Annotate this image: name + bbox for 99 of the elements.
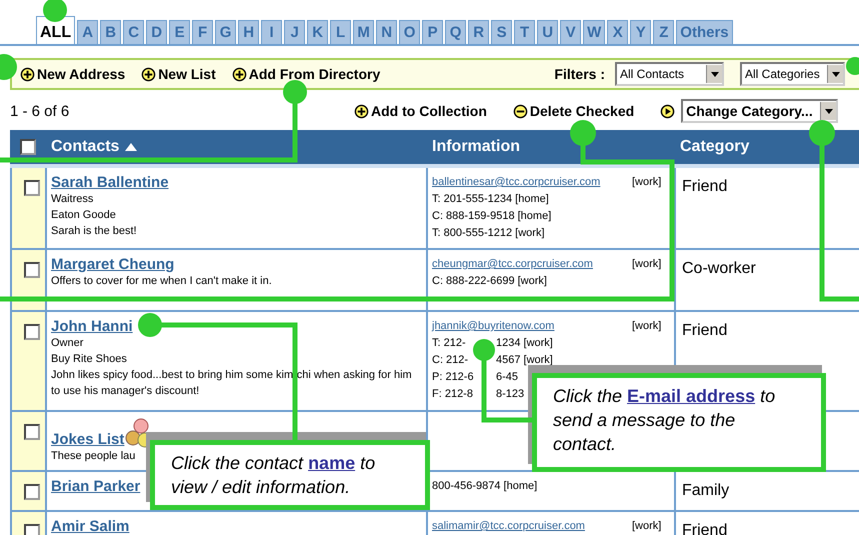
letter-tab[interactable]: N xyxy=(376,20,398,44)
phone-info: T: 800-555-1212 [work] xyxy=(432,227,545,239)
list-action[interactable]: Add to Collection xyxy=(354,103,487,119)
letter-tab[interactable]: Others xyxy=(676,20,733,44)
phone-info: C: 888-159-9518 [home] xyxy=(432,210,552,222)
letter-tab[interactable]: T xyxy=(514,20,536,44)
letter-tab[interactable]: S xyxy=(491,20,512,44)
plus-icon xyxy=(232,66,247,82)
contact-note: Buy Rite Shoes xyxy=(51,352,127,367)
list-action[interactable]: Delete Checked xyxy=(512,103,634,119)
letter-tab[interactable]: A xyxy=(77,20,98,44)
letter-tab[interactable]: P xyxy=(422,20,444,44)
category-text: Co-worker xyxy=(681,259,757,279)
letter-tab[interactable]: Y xyxy=(630,20,652,44)
result-count: 1 - 6 of 6 xyxy=(10,102,70,120)
row-checkbox[interactable] xyxy=(24,484,40,500)
filter-dropdown[interactable]: All Categories xyxy=(740,62,845,86)
play-icon xyxy=(660,104,676,118)
phone-info: C: 212- xyxy=(432,353,468,368)
letter-tab[interactable]: G xyxy=(215,20,236,44)
caret-icon xyxy=(824,108,833,114)
contact-note: Waitress xyxy=(51,192,94,207)
column-header[interactable]: Contacts xyxy=(47,138,428,156)
leader-line xyxy=(846,57,859,75)
letter-tab[interactable]: U xyxy=(537,20,558,44)
toolbar-action[interactable]: Add From Directory xyxy=(232,66,380,82)
select-all-checkbox[interactable] xyxy=(20,139,36,155)
letter-tab[interactable]: R xyxy=(468,20,490,44)
leader-line xyxy=(43,0,67,22)
caret-icon xyxy=(710,72,718,76)
letter-tab[interactable]: F xyxy=(192,20,214,44)
phone-info: C: 888-222-6699 [work] xyxy=(432,275,547,287)
filters-label: Filters : xyxy=(554,66,605,82)
minus-icon xyxy=(512,104,528,118)
letter-tab[interactable]: B xyxy=(100,20,122,44)
phone-info: 1234 [work] xyxy=(496,336,553,351)
tip-text: Click the contact name to view / edit information. xyxy=(171,453,376,497)
letter-tab[interactable]: D xyxy=(146,20,168,44)
phone-info: T: 201-555-1234 [home] xyxy=(432,193,549,205)
letter-tab[interactable]: C xyxy=(123,20,144,44)
caret-icon xyxy=(832,72,840,76)
sort-icon xyxy=(125,143,138,151)
email-type: [work] xyxy=(632,319,662,334)
letter-tab[interactable]: M xyxy=(353,20,374,44)
letter-tab[interactable]: H xyxy=(238,20,260,44)
email-type: [work] xyxy=(632,257,662,272)
phone-info: 8-123 xyxy=(496,387,524,402)
letter-tab[interactable]: V xyxy=(560,20,582,44)
email-link[interactable]: salimamir@tcc.corpcruiser.com xyxy=(432,518,585,535)
email-type: [work] xyxy=(632,519,662,534)
phone-info: 6-45 xyxy=(496,370,518,385)
contact-name-link[interactable]: Brian Parker xyxy=(51,478,140,495)
phone-info: P: 212-6 xyxy=(432,370,474,385)
letter-tab[interactable]: I xyxy=(261,20,282,44)
row-checkbox[interactable] xyxy=(24,324,40,340)
letter-tab[interactable]: X xyxy=(607,20,628,44)
letter-tab[interactable]: K xyxy=(307,20,328,44)
contact-name-link[interactable]: Sarah Ballentine xyxy=(51,174,169,191)
phone-info: T: 212- xyxy=(432,336,466,351)
letter-tab[interactable]: Q xyxy=(445,20,466,44)
plus-icon xyxy=(20,66,35,82)
phone-info: F: 212-8 xyxy=(432,387,473,402)
letter-tab[interactable]: Z xyxy=(653,20,674,44)
category-text: Friend xyxy=(681,177,728,197)
toolbar-action[interactable]: New Address xyxy=(20,66,126,82)
email-link[interactable]: ballentinesar@tcc.corpcruiser.com xyxy=(432,174,600,191)
contact-name-link[interactable]: Amir Salim xyxy=(51,518,130,535)
row-checkbox[interactable] xyxy=(24,180,40,196)
category-text: Friend xyxy=(681,521,728,535)
column-header: Information xyxy=(431,138,521,156)
contact-note: These people lau xyxy=(51,449,136,464)
phone-info: 4567 [work] xyxy=(496,353,553,368)
row-checkbox[interactable] xyxy=(24,424,40,440)
letter-tab[interactable]: W xyxy=(583,20,606,44)
toolbar-action[interactable]: New List xyxy=(141,66,216,82)
category-text: Friend xyxy=(681,321,728,341)
contact-note: Owner xyxy=(51,336,84,351)
letter-tab[interactable]: J xyxy=(284,20,306,44)
letter-tab[interactable]: ALL xyxy=(36,16,76,44)
contact-name-link[interactable]: John Hanni xyxy=(51,318,133,335)
plus-icon xyxy=(354,104,369,118)
tip-text: Click the E-mail address to send a message to the contact. xyxy=(553,386,776,454)
email-type: [work] xyxy=(632,175,662,190)
contact-note: Eaton Goode xyxy=(51,208,116,223)
column-header: Category xyxy=(679,138,750,156)
letter-tab[interactable]: E xyxy=(169,20,190,44)
category-dropdown[interactable]: Change Category... xyxy=(681,99,838,123)
letter-tab[interactable]: L xyxy=(330,20,352,44)
category-text: Family xyxy=(681,481,730,501)
phone-info: 800-456-9874 [home] xyxy=(432,480,538,492)
letter-tab[interactable]: O xyxy=(399,20,420,44)
contact-note: Offers to cover for me when I can't make it in. xyxy=(51,274,272,289)
contact-name-link[interactable]: Margaret Cheung xyxy=(51,256,174,273)
row-checkbox[interactable] xyxy=(24,262,40,278)
email-link[interactable]: cheungmar@tcc.corpcruiser.com xyxy=(432,256,593,273)
contact-note: Sarah is the best! xyxy=(51,224,137,239)
filter-dropdown[interactable]: All Contacts xyxy=(615,62,724,86)
plus-icon xyxy=(141,66,156,82)
email-link[interactable]: jhannik@buyritenow.com xyxy=(432,318,554,335)
